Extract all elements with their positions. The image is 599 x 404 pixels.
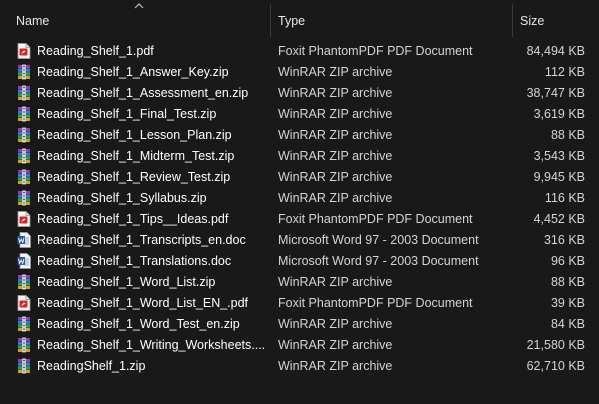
column-header-bar: Name Type Size [0, 0, 599, 37]
zip-icon [17, 127, 31, 143]
file-type: WinRAR ZIP archive [278, 191, 393, 205]
file-row[interactable]: Reading_Shelf_1_Word_List.zip WinRAR ZIP … [0, 272, 599, 293]
file-type: Foxit PhantomPDF PDF Document [278, 44, 473, 58]
zip-icon [17, 106, 31, 122]
file-type: WinRAR ZIP archive [278, 107, 393, 121]
file-row[interactable]: ReadingShelf_1.zip WinRAR ZIP archive 62,7… [0, 356, 599, 377]
file-type: WinRAR ZIP archive [278, 65, 393, 79]
file-name[interactable]: ReadingShelf_1.zip [37, 356, 145, 377]
file-name[interactable]: Reading_Shelf_1_Answer_Key.zip [37, 62, 229, 83]
file-size: 62,710 KB [526, 359, 585, 373]
file-name[interactable]: Reading_Shelf_1_Assessment_en.zip [37, 83, 248, 104]
zip-icon [17, 337, 31, 353]
file-row[interactable]: Reading_Shelf_1_Translations.doc Microsof… [0, 251, 599, 272]
file-name[interactable]: Reading_Shelf_1_Translations.doc [37, 251, 231, 272]
file-type: Foxit PhantomPDF PDF Document [278, 296, 473, 310]
file-row[interactable]: Reading_Shelf_1_Final_Test.zip WinRAR ZIP… [0, 104, 599, 125]
file-list: Reading_Shelf_1.pdf Foxit PhantomPDF PDF … [0, 41, 599, 377]
file-size: 88 KB [550, 275, 585, 289]
file-type: WinRAR ZIP archive [278, 149, 393, 163]
file-name[interactable]: Reading_Shelf_1_Word_List.zip [37, 272, 215, 293]
zip-icon [17, 274, 31, 290]
file-name[interactable]: Reading_Shelf_1_Midterm_Test.zip [37, 146, 234, 167]
zip-icon [17, 358, 31, 374]
file-type: WinRAR ZIP archive [278, 170, 393, 184]
file-row[interactable]: Reading_Shelf_1_Review_Test.zip WinRAR ZI… [0, 167, 599, 188]
file-name[interactable]: Reading_Shelf_1_Lesson_Plan.zip [37, 125, 232, 146]
file-row[interactable]: Reading_Shelf_1_Word_Test_en.zip WinRAR Z… [0, 314, 599, 335]
file-size: 84 KB [550, 317, 585, 331]
file-name[interactable]: Reading_Shelf_1_Tips__Ideas.pdf [37, 209, 228, 230]
file-name[interactable]: Reading_Shelf_1_Review_Test.zip [37, 167, 230, 188]
file-type: WinRAR ZIP archive [278, 359, 393, 373]
file-type: WinRAR ZIP archive [278, 128, 393, 142]
file-name[interactable]: Reading_Shelf_1_Writing_Worksheets.... [37, 335, 265, 356]
file-size: 112 KB [544, 65, 585, 79]
file-type: WinRAR ZIP archive [278, 338, 393, 352]
file-size: 4,452 KB [533, 212, 585, 226]
zip-icon [17, 64, 31, 80]
file-type: WinRAR ZIP archive [278, 275, 393, 289]
zip-icon [17, 169, 31, 185]
file-row[interactable]: Reading_Shelf_1_Tips__Ideas.pdf Foxit Pha… [0, 209, 599, 230]
pdf-icon [17, 295, 31, 311]
file-name[interactable]: Reading_Shelf_1_Final_Test.zip [37, 104, 216, 125]
file-row[interactable]: Reading_Shelf_1_Midterm_Test.zip WinRAR Z… [0, 146, 599, 167]
file-size: 316 KB [543, 233, 585, 247]
file-name[interactable]: Reading_Shelf_1_Word_List_EN_.pdf [37, 293, 248, 314]
file-type: WinRAR ZIP archive [278, 86, 393, 100]
file-size: 116 KB [544, 191, 585, 205]
column-header-type[interactable]: Type [278, 0, 305, 37]
zip-icon [17, 148, 31, 164]
file-name[interactable]: Reading_Shelf_1.pdf [37, 41, 154, 62]
word-icon [17, 253, 31, 269]
file-type: Foxit PhantomPDF PDF Document [278, 212, 473, 226]
file-size: 96 KB [550, 254, 585, 268]
file-row[interactable]: Reading_Shelf_1.pdf Foxit PhantomPDF PDF … [0, 41, 599, 62]
file-size: 38,747 KB [526, 86, 585, 100]
file-row[interactable]: Reading_Shelf_1_Word_List_EN_.pdf Foxit P… [0, 293, 599, 314]
file-size: 88 KB [550, 128, 585, 142]
column-header-size[interactable]: Size [520, 0, 544, 37]
column-divider[interactable] [270, 4, 271, 37]
file-size: 3,619 KB [533, 107, 585, 121]
word-icon [17, 232, 31, 248]
file-name[interactable]: Reading_Shelf_1_Word_Test_en.zip [37, 314, 240, 335]
file-type: Microsoft Word 97 - 2003 Document [278, 254, 479, 268]
file-row[interactable]: Reading_Shelf_1_Answer_Key.zip WinRAR ZIP… [0, 62, 599, 83]
file-size: 9,945 KB [533, 170, 585, 184]
file-size: 3,543 KB [533, 149, 585, 163]
file-row[interactable]: Reading_Shelf_1_Syllabus.zip WinRAR ZIP a… [0, 188, 599, 209]
column-divider[interactable] [512, 4, 513, 37]
file-size: 21,580 KB [526, 338, 585, 352]
pdf-icon [17, 43, 31, 59]
column-header-name[interactable]: Name [16, 0, 49, 37]
zip-icon [17, 85, 31, 101]
zip-icon [17, 316, 31, 332]
file-size: 84,494 KB [526, 44, 585, 58]
file-row[interactable]: Reading_Shelf_1_Transcripts_en.doc Micros… [0, 230, 599, 251]
file-row[interactable]: Reading_Shelf_1_Assessment_en.zip WinRAR … [0, 83, 599, 104]
zip-icon [17, 190, 31, 206]
file-name[interactable]: Reading_Shelf_1_Syllabus.zip [37, 188, 207, 209]
file-size: 39 KB [550, 296, 585, 310]
sort-ascending-icon[interactable] [134, 2, 144, 10]
file-type: Microsoft Word 97 - 2003 Document [278, 233, 479, 247]
file-row[interactable]: Reading_Shelf_1_Writing_Worksheets.... Wi… [0, 335, 599, 356]
file-row[interactable]: Reading_Shelf_1_Lesson_Plan.zip WinRAR ZI… [0, 125, 599, 146]
file-name[interactable]: Reading_Shelf_1_Transcripts_en.doc [37, 230, 246, 251]
pdf-icon [17, 211, 31, 227]
file-type: WinRAR ZIP archive [278, 317, 393, 331]
